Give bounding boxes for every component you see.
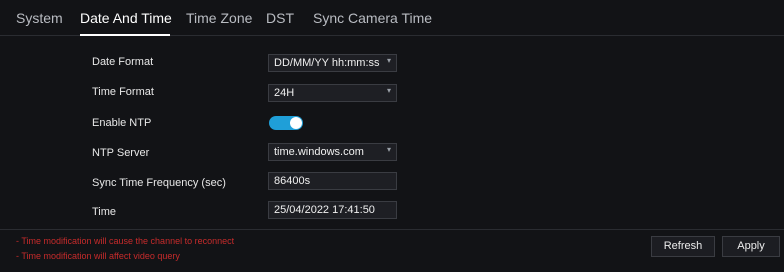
video-query-warning: - Time modification will affect video qu… bbox=[16, 251, 180, 261]
reconnect-warning: - Time modification will cause the chann… bbox=[16, 236, 235, 246]
enable-ntp-toggle[interactable] bbox=[269, 116, 303, 130]
date-format-label: Date Format bbox=[92, 56, 154, 68]
time-input[interactable]: 25/04/2022 17:41:50 bbox=[268, 201, 397, 219]
tab-sync-camera-time[interactable]: Sync Camera Time bbox=[313, 10, 432, 26]
apply-button[interactable]: Apply bbox=[722, 236, 780, 257]
tab-system[interactable]: System bbox=[16, 10, 63, 26]
tab-dst[interactable]: DST bbox=[266, 10, 294, 26]
time-format-select[interactable]: 24H ▾ bbox=[268, 84, 397, 102]
tab-time-zone[interactable]: Time Zone bbox=[186, 10, 252, 26]
time-format-label: Time Format bbox=[92, 86, 154, 98]
date-format-value: DD/MM/YY hh:mm:ss bbox=[274, 57, 380, 69]
time-format-value: 24H bbox=[274, 87, 295, 99]
sync-frequency-value: 86400s bbox=[274, 175, 311, 187]
ntp-server-value: time.windows.com bbox=[274, 146, 364, 158]
ntp-server-select[interactable]: time.windows.com ▾ bbox=[268, 143, 397, 161]
footer-divider bbox=[0, 229, 784, 230]
chevron-down-icon: ▾ bbox=[386, 145, 391, 154]
enable-ntp-label: Enable NTP bbox=[92, 117, 152, 129]
tab-date-and-time[interactable]: Date And Time bbox=[80, 10, 172, 26]
ntp-server-label: NTP Server bbox=[92, 147, 150, 159]
time-label: Time bbox=[92, 206, 117, 218]
chevron-down-icon: ▾ bbox=[386, 86, 391, 95]
date-format-select[interactable]: DD/MM/YY hh:mm:ss ▾ bbox=[268, 54, 397, 72]
settings-tab-bar: System Date And Time Time Zone DST Sync … bbox=[0, 0, 784, 36]
refresh-button[interactable]: Refresh bbox=[651, 236, 715, 257]
time-value: 25/04/2022 17:41:50 bbox=[274, 204, 375, 216]
sync-frequency-input[interactable]: 86400s bbox=[268, 172, 397, 190]
toggle-knob bbox=[290, 117, 302, 129]
chevron-down-icon: ▾ bbox=[386, 56, 391, 65]
sync-frequency-label: Sync Time Frequency (sec) bbox=[92, 177, 226, 189]
active-tab-underline bbox=[80, 34, 170, 36]
